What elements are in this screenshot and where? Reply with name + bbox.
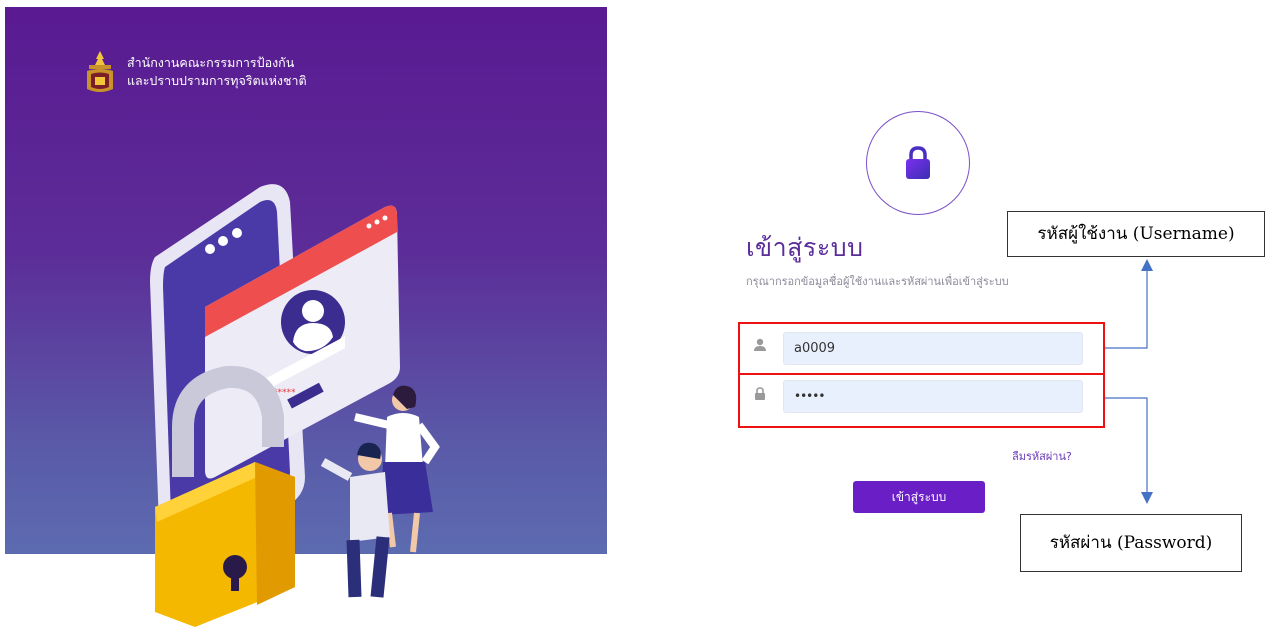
username-connector xyxy=(1105,270,1148,349)
brand-line-1: สำนักงานคณะกรรมการป้องกัน xyxy=(127,55,295,70)
page-subtitle: กรุณากรอกข้อมูลชื่อผู้ใช้งานและรหัสผ่านเ… xyxy=(746,275,1009,288)
emblem-icon xyxy=(87,51,113,92)
lock-badge xyxy=(866,111,970,215)
username-callout: รหัสผู้ใช้งาน (Username) xyxy=(1007,211,1265,257)
hero-panel: ***** สำนักงานคณะกรรมการป้องกัน และปราบป… xyxy=(5,7,607,627)
password-highlight xyxy=(738,373,1105,428)
password-callout: รหัสผ่าน (Password) xyxy=(1020,514,1242,572)
man-illustration xyxy=(320,442,390,598)
password-connector xyxy=(1105,397,1148,492)
page-title: เข้าสู่ระบบ xyxy=(746,233,864,262)
login-illustration: ***** xyxy=(150,184,440,627)
arrow-down-icon xyxy=(1141,492,1153,504)
login-button[interactable]: เข้าสู่ระบบ xyxy=(853,481,985,513)
username-highlight xyxy=(738,322,1105,375)
lock-icon xyxy=(906,146,930,179)
forgot-password-link[interactable]: ลืมรหัสผ่าน? xyxy=(1012,447,1072,465)
brand-line-2: และปราบปรามการทุจริตแห่งชาติ xyxy=(127,73,307,88)
brand: สำนักงานคณะกรรมการป้องกัน และปราบปรามการ… xyxy=(83,49,307,95)
arrow-up-icon xyxy=(1141,259,1153,271)
